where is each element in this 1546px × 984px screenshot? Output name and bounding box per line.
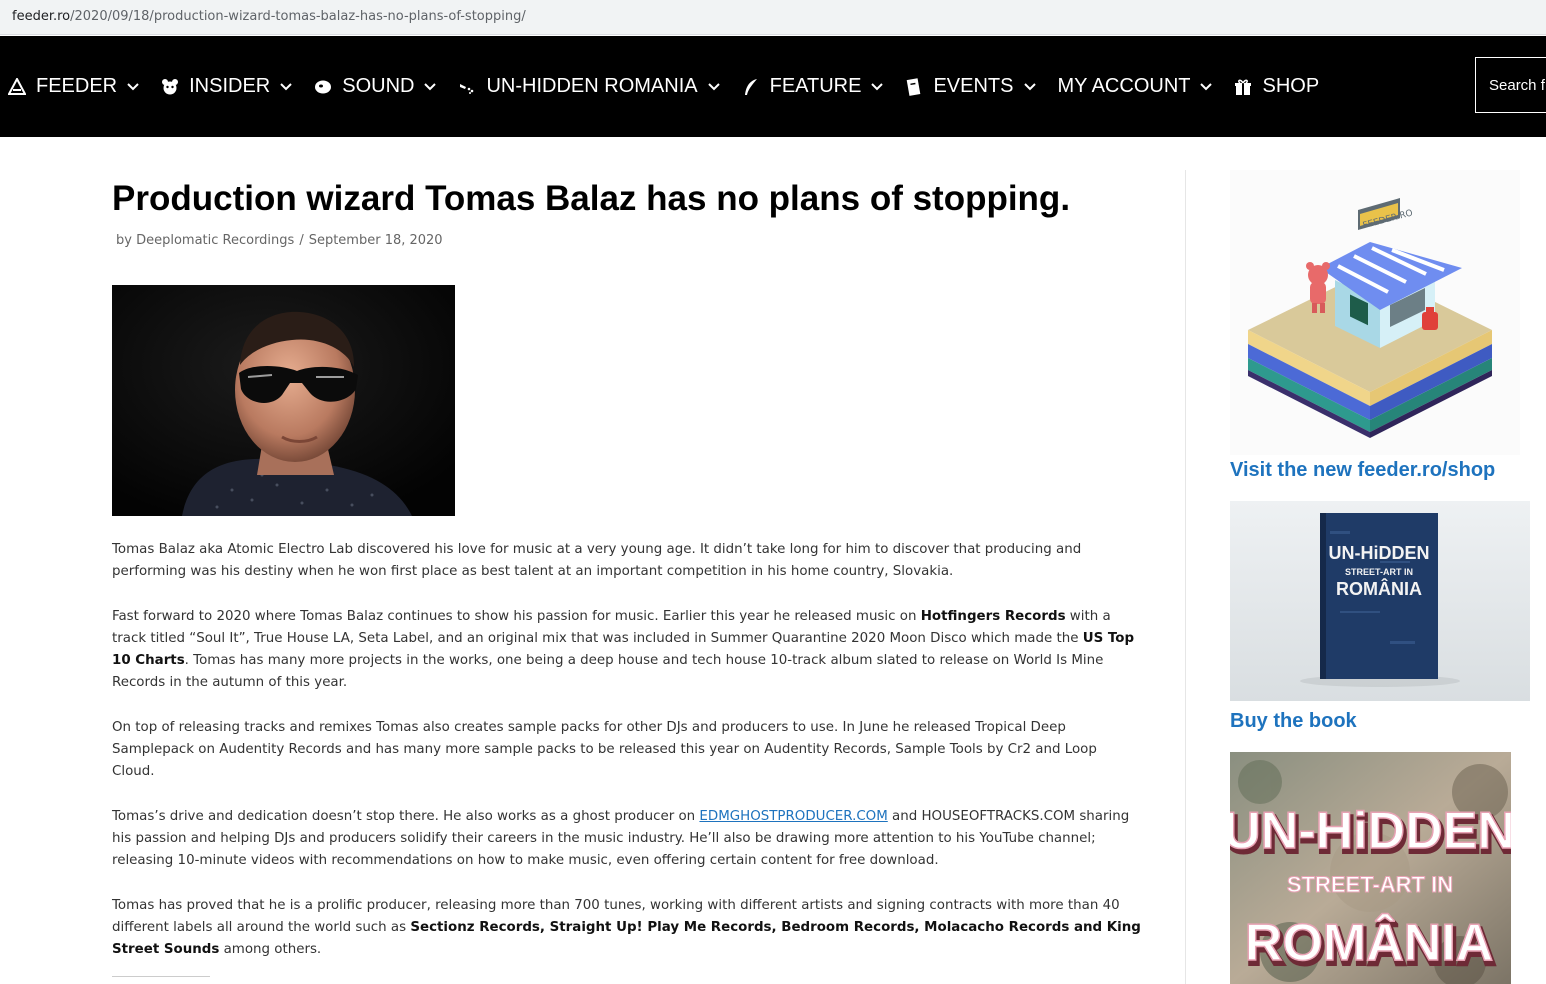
street-art-illustration: UN-HiDDEN UN-HiDDEN STREET-ART IN ROMÂNI… xyxy=(1230,752,1511,984)
nav-item-my-account[interactable]: MY ACCOUNT xyxy=(1058,75,1213,98)
nav-item-events[interactable]: EVENTS xyxy=(905,75,1036,98)
shop-link[interactable]: Visit the new feeder.ro/shop xyxy=(1230,459,1495,482)
chevron-down-icon xyxy=(871,82,884,90)
nav-item-sound[interactable]: SOUND xyxy=(314,75,437,98)
article-paragraph: Tomas Balaz aka Atomic Electro Lab disco… xyxy=(112,542,1082,580)
art-title-line1: UN-HiDDEN xyxy=(1230,802,1511,860)
article-author[interactable]: by Deeplomatic Recordings xyxy=(116,233,294,248)
art-title-line2: STREET-ART IN xyxy=(1287,872,1453,897)
article-paragraph: Fast forward to 2020 where Tomas Balaz c… xyxy=(112,608,1135,691)
artist-photo xyxy=(112,285,455,516)
article-meta: by Deeplomatic Recordings / September 18, … xyxy=(116,233,443,248)
spray-icon xyxy=(460,83,474,94)
artist-photo-illustration xyxy=(112,285,455,516)
book-title-line1: UN-HiDDEN xyxy=(1329,543,1430,563)
article-paragraph: Tomas’s drive and dedication doesn’t sto… xyxy=(112,808,1130,869)
nav-item-insider[interactable]: INSIDER xyxy=(161,75,292,98)
browser-address-bar[interactable]: feeder.ro/2020/09/18/production-wizard-t… xyxy=(0,0,1546,35)
main-navigation: FEEDER INSIDER SOUND UN-HIDDEN ROMANIA F… xyxy=(0,36,1546,137)
url-text[interactable]: feeder.ro/2020/09/18/production-wizard-t… xyxy=(12,0,526,34)
nav-item-shop[interactable]: SHOP xyxy=(1234,75,1319,98)
art-title-line3: ROMÂNIA xyxy=(1245,913,1493,972)
edmghostproducer-link[interactable]: EDMGHOSTPRODUCER.COM xyxy=(699,809,887,824)
chevron-down-icon xyxy=(127,82,139,90)
chevron-down-icon xyxy=(280,82,292,90)
book-title-line3: ROMÂNIA xyxy=(1336,578,1422,599)
sidebar-divider xyxy=(1185,170,1186,984)
meta-separator: / xyxy=(299,233,304,248)
ticket-icon xyxy=(907,77,921,96)
gift-icon xyxy=(1235,79,1252,95)
street-art-image[interactable]: UN-HiDDEN UN-HiDDEN STREET-ART IN ROMÂNI… xyxy=(1230,752,1511,984)
book-title-line2: STREET-ART IN xyxy=(1345,567,1413,577)
nav-item-feeder[interactable]: FEEDER xyxy=(8,75,139,98)
shop-illustration[interactable]: FEEDER.RO xyxy=(1230,170,1520,455)
chevron-down-icon xyxy=(707,82,720,90)
triangle-logo-icon xyxy=(8,77,26,95)
chevron-down-icon xyxy=(1200,82,1213,90)
chevron-down-icon xyxy=(1023,82,1036,90)
article-title: Production wizard Tomas Balaz has no pla… xyxy=(112,179,1071,218)
article-paragraph: On top of releasing tracks and remixes T… xyxy=(112,719,1097,780)
search-input[interactable]: Search f xyxy=(1475,57,1546,113)
buy-book-link[interactable]: Buy the book xyxy=(1230,710,1357,733)
feather-icon xyxy=(744,78,757,95)
book-cover-illustration: UN-HiDDEN STREET-ART IN ROMÂNIA xyxy=(1230,501,1530,701)
chevron-down-icon xyxy=(424,82,437,90)
blob-icon xyxy=(315,80,332,93)
book-image[interactable]: UN-HiDDEN STREET-ART IN ROMÂNIA xyxy=(1230,501,1530,701)
article-date[interactable]: September 18, 2020 xyxy=(309,233,443,248)
divider xyxy=(112,976,210,977)
article-paragraph: Tomas has proved that he is a prolific p… xyxy=(112,897,1141,958)
isometric-shop-illustration: FEEDER.RO xyxy=(1230,170,1520,455)
nav-item-feature[interactable]: FEATURE xyxy=(742,75,884,98)
nav-item-un-hidden-romania[interactable]: UN-HIDDEN ROMANIA xyxy=(458,75,720,98)
article-body: Tomas Balaz aka Atomic Electro Lab disco… xyxy=(112,539,1142,983)
bear-icon xyxy=(162,78,179,94)
